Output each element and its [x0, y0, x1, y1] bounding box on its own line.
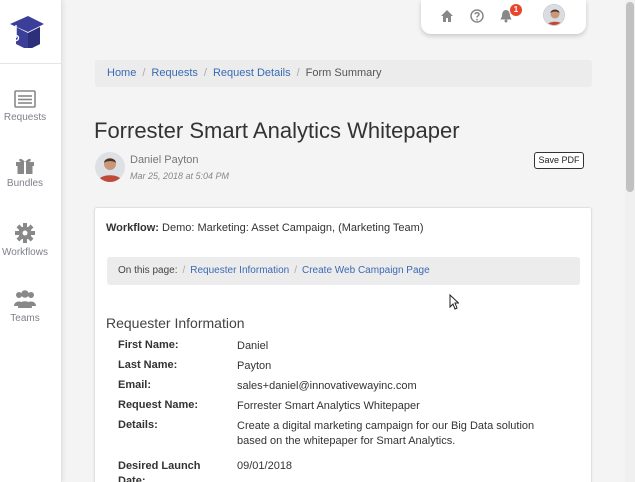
link-create-web-campaign-page[interactable]: Create Web Campaign Page — [302, 265, 430, 276]
link-requester-information[interactable]: Requester Information — [190, 265, 289, 276]
breadcrumb-separator: / — [142, 67, 146, 79]
breadcrumb-request-details[interactable]: Request Details — [213, 67, 291, 79]
field-label: First Name: — [118, 339, 179, 351]
workflow-label: Workflow: — [106, 222, 159, 234]
sidebar-item-workflows[interactable]: Workflows — [0, 223, 50, 258]
nav-separator: / — [182, 265, 186, 276]
field-label: Details: — [118, 419, 158, 431]
sidebar-divider — [0, 63, 62, 64]
field-label: Desired Launch Date: — [118, 460, 201, 482]
sidebar-item-teams[interactable]: Teams — [0, 289, 50, 324]
form-summary-card: Workflow: Demo: Marketing: Asset Campaig… — [94, 207, 592, 482]
gear-icon — [15, 223, 35, 243]
breadcrumb-separator: / — [296, 67, 300, 79]
page-title: Forrester Smart Analytics Whitepaper — [94, 118, 460, 143]
nav-separator: / — [294, 265, 297, 276]
sidebar-item-label: Requests — [3, 112, 47, 123]
field-label: Email: — [118, 379, 152, 391]
field-label: Last Name: — [118, 359, 178, 371]
field-value: Daniel — [237, 340, 269, 352]
breadcrumb-requests[interactable]: Requests — [151, 67, 197, 79]
breadcrumb: Home / Requests / Request Details / Form Summa… — [95, 60, 592, 87]
sidebar-item-label: Bundles — [6, 178, 44, 189]
notification-badge: 1 — [510, 4, 522, 16]
field-label: Request Name: — [118, 399, 199, 411]
field-value: Forrester Smart Analytics Whitepaper — [237, 400, 420, 412]
author-avatar[interactable] — [95, 152, 125, 182]
on-this-page-nav: On this page: / Requester Information / Crea… — [107, 257, 580, 285]
breadcrumb-current: Form Summary — [305, 67, 382, 79]
sidebar-item-label: Teams — [10, 313, 40, 324]
workflow-value: Demo: Marketing: Asset Campaign, (Market… — [162, 222, 424, 234]
user-avatar[interactable] — [543, 4, 565, 26]
field-value: Create a digital marketing campaign for … — [237, 420, 535, 447]
gift-icon — [16, 158, 34, 174]
sidebar-item-requests[interactable]: Requests — [0, 90, 50, 123]
section-title: Requester Information — [106, 315, 245, 331]
field-value: Payton — [237, 360, 272, 372]
on-this-page-label: On this page: — [118, 265, 178, 276]
sidebar-item-label: Workflows — [2, 247, 48, 258]
home-icon[interactable] — [440, 9, 454, 23]
save-pdf-button[interactable]: Save PDF — [534, 152, 584, 169]
mouse-cursor-icon — [449, 294, 459, 310]
scrollbar-thumb[interactable] — [626, 2, 634, 192]
field-value: sales+daniel@innovativewayinc.com — [237, 380, 417, 392]
app-logo[interactable] — [8, 12, 44, 50]
sidebar-item-bundles[interactable]: Bundles — [0, 156, 50, 189]
author-name[interactable]: Daniel Payton — [130, 154, 199, 166]
field-value: 09/01/2018 — [237, 460, 293, 472]
request-date: Mar 25, 2018 at 5:04 PM — [130, 171, 230, 181]
workflow-line: Workflow: Demo: Marketing: Asset Campaig… — [106, 222, 424, 234]
help-icon[interactable] — [470, 9, 484, 23]
breadcrumb-separator: / — [203, 67, 207, 79]
requests-icon — [14, 90, 36, 108]
left-sidebar: Requests Bundles Workflows Teams — [0, 0, 62, 482]
team-icon — [14, 290, 36, 308]
breadcrumb-home[interactable]: Home — [107, 67, 136, 79]
